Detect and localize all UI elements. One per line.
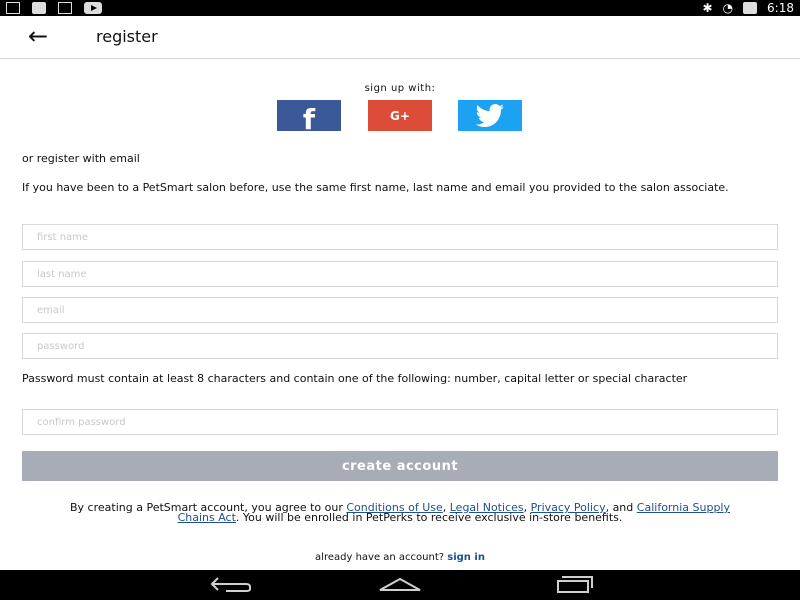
wifi-icon: ◔ — [722, 1, 734, 15]
confirm-password-input[interactable] — [23, 410, 777, 435]
salon-info-text: If you have been to a PetSmart salon bef… — [22, 181, 729, 194]
facebook-button[interactable]: f — [277, 100, 341, 136]
signal-bars-icon — [32, 2, 46, 14]
first-name-field[interactable] — [22, 224, 778, 250]
arrow-left-icon[interactable]: ← — [28, 24, 48, 48]
status-left-icons — [6, 1, 102, 15]
twitter-bird-icon — [475, 103, 504, 127]
sign-in-link[interactable]: sign in — [447, 552, 485, 563]
create-account-button[interactable]: create account — [22, 451, 778, 481]
page-title: register — [96, 27, 158, 46]
google-plus-icon: G+ — [390, 108, 410, 123]
already-account-row: already have an account? sign in — [0, 552, 800, 563]
password-input[interactable] — [23, 334, 777, 359]
send-icon — [58, 2, 72, 14]
twitter-button[interactable] — [458, 100, 522, 131]
clock-time: 6:18 — [767, 1, 794, 15]
google-plus-button[interactable]: G+ — [368, 100, 432, 131]
confirm-password-field[interactable] — [22, 409, 778, 435]
terms-text: By creating a PetSmart account, you agre… — [50, 502, 750, 524]
email-field[interactable] — [22, 297, 778, 323]
already-account-text: already have an account? — [315, 552, 445, 563]
nav-back-icon[interactable] — [206, 575, 252, 593]
last-name-field[interactable] — [22, 261, 778, 287]
password-requirements: Password must contain at least 8 charact… — [22, 372, 688, 385]
password-field[interactable] — [22, 333, 778, 359]
terms-suffix: . You will be enrolled in PetPerks to re… — [235, 511, 623, 524]
app-toolbar: ← register — [0, 16, 800, 59]
download-icon — [6, 2, 20, 14]
bluetooth-icon: ✱ — [702, 1, 713, 15]
status-bar: ✱ ◔ 6:18 — [0, 0, 800, 16]
youtube-icon — [84, 2, 102, 14]
battery-icon — [743, 2, 758, 14]
last-name-input[interactable] — [23, 262, 777, 287]
facebook-icon: f — [302, 103, 316, 136]
first-name-input[interactable] — [23, 225, 777, 250]
or-register-text: or register with email — [22, 152, 140, 165]
nav-home-icon[interactable] — [377, 576, 423, 592]
nav-recents-icon[interactable] — [550, 575, 594, 593]
signup-heading: sign up with: — [364, 83, 436, 94]
status-right-icons: ✱ ◔ 6:18 — [703, 0, 795, 16]
email-input[interactable] — [23, 298, 777, 323]
